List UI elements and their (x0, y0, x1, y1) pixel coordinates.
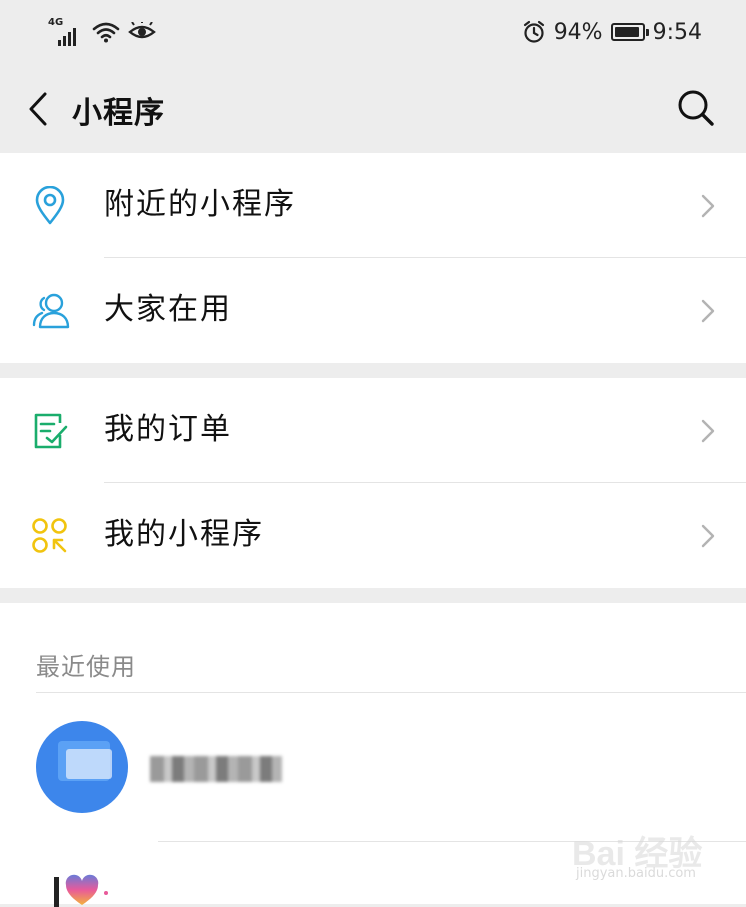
chevron-right-icon (701, 299, 715, 323)
search-icon (678, 90, 714, 126)
divider (158, 841, 746, 842)
network-type: 4G (48, 17, 64, 28)
popular-miniprograms-item[interactable]: 大家在用 (0, 258, 746, 363)
search-button[interactable] (674, 86, 718, 130)
back-button[interactable] (18, 86, 58, 132)
menu-group-mine: 我的订单 我的小程序 (0, 378, 746, 588)
clock: 9:54 (652, 19, 702, 45)
battery-percent: 94% (553, 19, 603, 45)
my-orders-item[interactable]: 我的订单 (0, 378, 746, 483)
chevron-right-icon (701, 419, 715, 443)
alarm-icon (523, 20, 544, 43)
menu-item-label: 我的小程序 (104, 517, 264, 552)
location-pin-icon (35, 186, 65, 225)
eye-icon (128, 22, 156, 39)
status-bar: 4G 94% 9:54 (0, 0, 746, 66)
status-left: 4G (48, 14, 156, 50)
chevron-right-icon (701, 524, 715, 548)
people-icon (32, 293, 70, 329)
redacted-app-name (150, 756, 282, 782)
order-checklist-icon (34, 413, 68, 449)
blue-card-app-icon (36, 721, 128, 813)
page-title: 小程序 (72, 96, 165, 131)
status-right: 94% 9:54 (522, 14, 702, 50)
battery-level (614, 27, 639, 37)
heart-logo-app-icon[interactable] (50, 871, 130, 907)
recent-section: 最近使用 (0, 603, 746, 907)
signal-icon: 4G (48, 18, 84, 46)
nearby-miniprograms-item[interactable]: 附近的小程序 (0, 153, 746, 258)
menu-item-label: 我的订单 (104, 412, 232, 447)
chevron-right-icon (701, 194, 715, 218)
chevron-left-icon (29, 92, 47, 126)
section-title: 最近使用 (36, 653, 136, 681)
navigation-bar: 小程序 (0, 66, 746, 152)
menu-item-label: 大家在用 (104, 292, 232, 327)
wifi-icon (92, 22, 120, 43)
menu-group-discover: 附近的小程序 大家在用 (0, 153, 746, 363)
menu-item-label: 附近的小程序 (104, 187, 296, 222)
my-miniprograms-item[interactable]: 我的小程序 (0, 483, 746, 588)
recent-miniprogram-item[interactable] (0, 693, 746, 843)
my-miniprogram-icon (32, 518, 67, 553)
battery-icon (610, 23, 649, 41)
